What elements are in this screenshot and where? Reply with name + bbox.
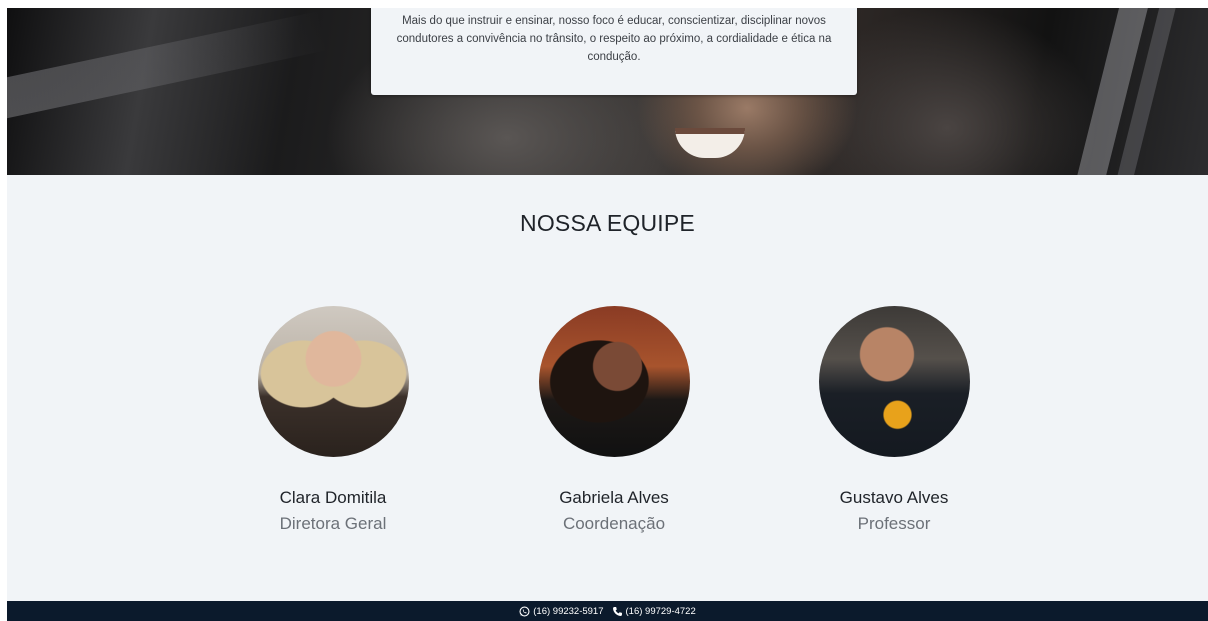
whatsapp-link[interactable]: (16) 99232-5917 [519, 605, 604, 617]
page: Mais do que instruir e ensinar, nosso fo… [7, 8, 1208, 621]
team-member-card: Clara Domitila Diretora Geral [223, 306, 443, 534]
member-photo [257, 306, 409, 457]
phone-number: (16) 99729-4722 [625, 605, 696, 617]
team-section-title: NOSSA EQUIPE [520, 210, 695, 236]
team-member-card: Gustavo Alves Professor [784, 306, 1004, 534]
member-photo [538, 306, 690, 457]
whatsapp-icon [519, 605, 530, 617]
whatsapp-number: (16) 99232-5917 [533, 605, 604, 617]
member-role: Professor [857, 514, 931, 533]
phone-icon [612, 606, 623, 617]
intro-text: Mais do que instruir e ensinar, nosso fo… [396, 15, 832, 63]
footer-contact-bar: (16) 99232-5917 (16) 99729-4722 [7, 601, 1208, 621]
member-role: Coordenação [562, 514, 666, 533]
member-name: Clara Domitila [279, 488, 387, 507]
member-name: Gabriela Alves [559, 488, 669, 507]
member-name: Gustavo Alves [839, 488, 949, 507]
intro-card: Mais do que instruir e ensinar, nosso fo… [371, 8, 857, 95]
member-role: Diretora Geral [279, 514, 387, 533]
member-photo [818, 306, 970, 457]
team-member-card: Gabriela Alves Coordenação [504, 306, 724, 534]
hero-banner-image: Mais do que instruir e ensinar, nosso fo… [7, 8, 1208, 175]
phone-link[interactable]: (16) 99729-4722 [612, 606, 696, 617]
